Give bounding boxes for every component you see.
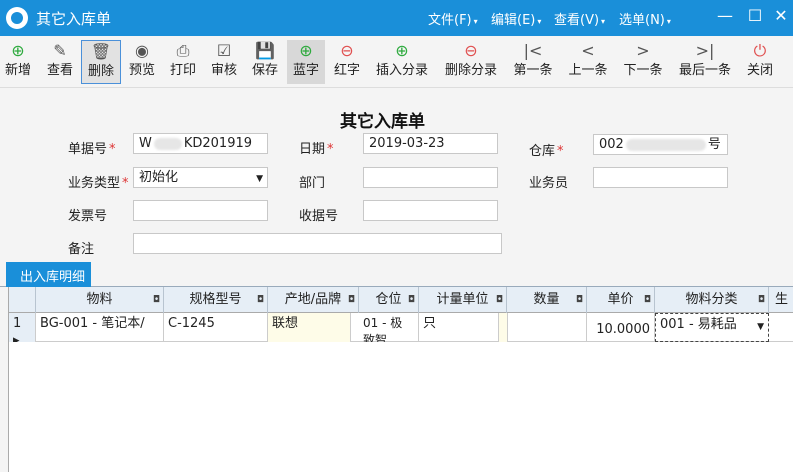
blue-entry-button[interactable]: ⊕ 蓝字: [287, 40, 325, 84]
window-title: 其它入库单: [36, 10, 112, 28]
warehouse-field[interactable]: 002 号: [593, 134, 728, 155]
insert-entry-button[interactable]: ⊕ 插入分录: [372, 40, 432, 84]
save-button[interactable]: 💾 保存: [249, 40, 281, 84]
prev-record-button[interactable]: < 上一条: [565, 40, 611, 84]
table-row[interactable]: 1 ▸ BG-001 - 笔记本/ C-1245 联想 01 - 极致智 只 1…: [9, 313, 793, 342]
col-more[interactable]: 生: [769, 287, 793, 313]
maximize-icon[interactable]: ☐: [744, 6, 766, 25]
clerk-field[interactable]: [593, 167, 728, 188]
pin-icon[interactable]: ◘: [257, 287, 264, 313]
biz-type-select[interactable]: 初始化 ▼: [133, 167, 268, 188]
date-label: 日期 *: [299, 142, 334, 157]
col-location[interactable]: 仓位 ◘: [359, 287, 419, 313]
dropdown-arrow-icon: ▼: [256, 174, 263, 184]
trash-icon: 🗑: [90, 42, 112, 61]
col-price[interactable]: 单价 ◘: [587, 287, 655, 313]
preview-button[interactable]: ◉ 预览: [126, 40, 158, 84]
note-label: 备注: [68, 242, 95, 257]
form-title: 其它入库单: [340, 112, 425, 132]
invoice-label: 发票号: [68, 209, 108, 224]
cell-category-select[interactable]: 001 - 易耗品 ▼: [655, 313, 769, 342]
menu-view[interactable]: 查看(V) ▾: [554, 9, 605, 28]
pin-icon[interactable]: ◘: [576, 287, 583, 313]
grid-header: 物料 ◘ 规格型号 ◘ 产地/品牌 ◘ 仓位 ◘ 计量单位 ◘ 数量 ◘ 单价 ◘ 物料分类 ◘…: [9, 287, 793, 313]
tab-strip: 出入库明细: [0, 262, 793, 287]
last-icon: >|: [695, 41, 715, 60]
tab-detail[interactable]: 出入库明细: [6, 262, 92, 287]
row-index: 1 ▸: [9, 313, 36, 342]
receipt-label: 收据号: [299, 209, 339, 224]
new-button[interactable]: ⊕ 新增: [2, 40, 34, 84]
biz-type-label: 业务类型 *: [68, 176, 129, 191]
pin-icon[interactable]: ◘: [496, 287, 503, 313]
minimize-icon[interactable]: —: [714, 6, 736, 25]
pin-icon[interactable]: ◘: [408, 287, 415, 313]
menu-select[interactable]: 选单(N) ▾: [619, 9, 671, 28]
audit-button[interactable]: ☑ 审核: [208, 40, 240, 84]
menu-edit[interactable]: 编辑(E) ▾: [491, 9, 541, 28]
detail-grid: 物料 ◘ 规格型号 ◘ 产地/品牌 ◘ 仓位 ◘ 计量单位 ◘ 数量 ◘ 单价 ◘ 物料分类 ◘…: [8, 287, 793, 472]
red-entry-button[interactable]: ⊖ 红字: [331, 40, 363, 84]
dept-label: 部门: [299, 176, 326, 191]
last-record-button[interactable]: >| 最后一条: [675, 40, 735, 84]
col-category[interactable]: 物料分类 ◘: [655, 287, 769, 313]
invoice-field[interactable]: [133, 200, 268, 221]
chevron-right-icon: >: [636, 41, 650, 60]
cell-price[interactable]: 10.0000: [587, 313, 655, 342]
close-window-icon[interactable]: ✕: [770, 6, 792, 25]
cell-location[interactable]: 01 - 极致智: [359, 313, 419, 342]
cell-brand[interactable]: 联想: [268, 313, 351, 342]
cell-unit[interactable]: 只: [419, 313, 499, 342]
next-record-button[interactable]: > 下一条: [620, 40, 666, 84]
bill-no-field[interactable]: W KD201919: [133, 133, 268, 154]
dropdown-arrow-icon[interactable]: ▼: [757, 319, 764, 336]
delete-button[interactable]: 🗑 删除: [81, 40, 121, 84]
row-header-corner: [9, 287, 36, 313]
printer-icon: ⎙: [176, 41, 190, 60]
col-qty[interactable]: 数量 ◘: [507, 287, 587, 313]
app-logo-icon: [6, 7, 28, 29]
print-button[interactable]: ⎙ 打印: [167, 40, 199, 84]
close-button[interactable]: ⏻ 关闭: [744, 40, 776, 84]
plus-circle-icon: ⊕: [395, 41, 409, 60]
power-icon: ⏻: [753, 41, 767, 60]
clerk-label: 业务员: [529, 176, 569, 191]
col-material[interactable]: 物料 ◘: [36, 287, 164, 313]
warehouse-label: 仓库 *: [529, 144, 564, 159]
col-unit[interactable]: 计量单位 ◘: [419, 287, 507, 313]
date-field[interactable]: 2019-03-23: [363, 133, 498, 154]
col-brand[interactable]: 产地/品牌 ◘: [268, 287, 359, 313]
save-icon: 💾: [255, 41, 275, 60]
col-spec[interactable]: 规格型号 ◘: [164, 287, 268, 313]
new-icon: ⊕: [11, 41, 25, 60]
dept-field[interactable]: [363, 167, 498, 188]
cell-material[interactable]: BG-001 - 笔记本/: [36, 313, 164, 342]
menu-file[interactable]: 文件(F) ▾: [428, 9, 478, 28]
check-icon: ☑: [216, 41, 232, 60]
bill-no-label: 单据号 *: [68, 142, 116, 157]
view-button[interactable]: ✎ 查看: [43, 40, 77, 84]
plus-circle-icon: ⊕: [299, 41, 313, 60]
pin-icon[interactable]: ◘: [153, 287, 160, 313]
eye-icon: ◉: [135, 41, 149, 60]
first-record-button[interactable]: |< 第一条: [510, 40, 556, 84]
cell-qty[interactable]: [507, 313, 587, 342]
edit-icon: ✎: [53, 41, 67, 60]
minus-circle-icon: ⊖: [340, 41, 354, 60]
pin-icon[interactable]: ◘: [348, 287, 355, 313]
first-icon: |<: [523, 41, 543, 60]
chevron-left-icon: <: [581, 41, 595, 60]
receipt-field[interactable]: [363, 200, 498, 221]
title-bar: 其它入库单 文件(F) ▾ 编辑(E) ▾ 查看(V) ▾ 选单(N) ▾ — ☐ ✕: [0, 0, 793, 36]
pin-icon[interactable]: ◘: [644, 287, 651, 313]
pin-icon[interactable]: ◘: [758, 287, 765, 313]
minus-circle-icon: ⊖: [464, 41, 478, 60]
cell-spec[interactable]: C-1245: [164, 313, 268, 342]
delete-entry-button[interactable]: ⊖ 删除分录: [441, 40, 501, 84]
note-field[interactable]: [133, 233, 502, 254]
toolbar: ⊕ 新增 ✎ 查看 🗑 删除 ◉ 预览 ⎙ 打印 ☑ 审核 💾 保存 ⊕ 蓝字 ⊖ 红字 ⊕ 插入分…: [0, 36, 793, 88]
